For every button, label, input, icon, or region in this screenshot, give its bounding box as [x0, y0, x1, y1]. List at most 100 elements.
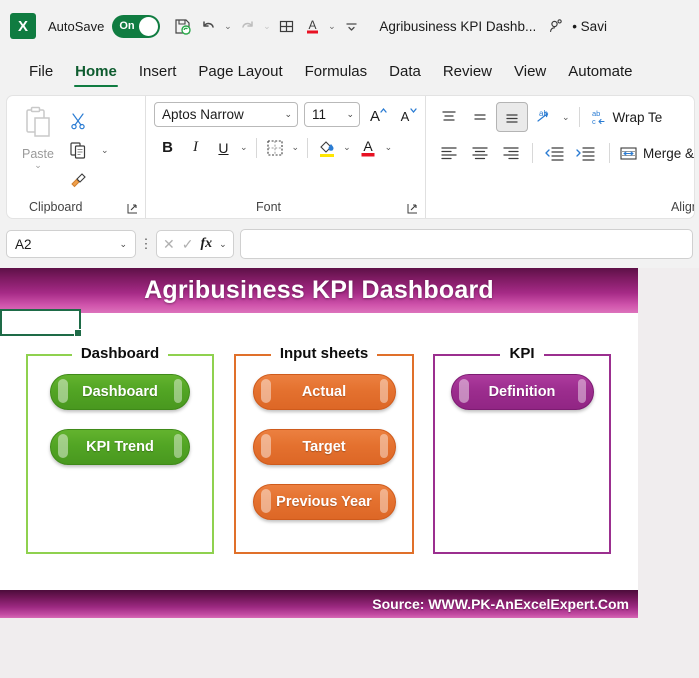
tab-home[interactable]: Home — [64, 52, 128, 92]
divider — [578, 107, 580, 127]
title-bar: X AutoSave On ⌄ ⌄ A ⌄ Agribusiness KPI D… — [0, 0, 699, 52]
customize-quick-access-icon[interactable] — [339, 13, 363, 39]
underline-dropdown-icon[interactable]: ⌄ — [240, 142, 248, 153]
selected-cell-a2[interactable] — [0, 309, 82, 337]
merge-center-button[interactable]: Merge & — [619, 144, 694, 163]
wrap-text-icon: ab c — [589, 108, 608, 127]
paste-icon — [21, 106, 55, 146]
save-icon[interactable] — [170, 13, 194, 39]
nav-button-actual[interactable]: Actual — [252, 374, 396, 410]
chevron-down-icon[interactable]: ⌄ — [219, 239, 227, 250]
italic-button[interactable]: I — [182, 134, 209, 161]
font-size-input[interactable]: 11 ⌄ — [303, 102, 360, 127]
tab-page-layout[interactable]: Page Layout — [187, 52, 293, 92]
wrap-text-button[interactable]: ab c Wrap Te — [589, 108, 663, 127]
gloss-highlight — [379, 434, 388, 458]
panel-kpi-title: KPI — [435, 345, 609, 363]
decrease-font-size-button[interactable]: A — [396, 103, 420, 127]
merge-center-label: Merge & — [642, 145, 694, 161]
format-painter-button[interactable] — [69, 166, 99, 192]
wrap-text-label: Wrap Te — [612, 109, 663, 125]
font-color-dropdown-icon[interactable]: ⌄ — [385, 142, 393, 153]
undo-icon[interactable] — [196, 13, 220, 39]
fill-color-button[interactable] — [313, 134, 340, 161]
worksheet-area: Agribusiness KPI Dashboard Dashboard Das… — [0, 268, 699, 678]
insert-function-icon[interactable]: fx — [200, 236, 212, 252]
nav-button-previous-year[interactable]: Previous Year — [252, 484, 396, 520]
nav-button-target[interactable]: Target — [252, 429, 396, 465]
format-painter-icon — [69, 170, 99, 188]
copy-dropdown-icon[interactable]: ⌄ — [101, 145, 109, 156]
gloss-highlight — [260, 489, 271, 513]
enter-icon[interactable]: ✓ — [182, 236, 194, 253]
cut-button[interactable] — [69, 108, 99, 134]
autosave-state-label: On — [119, 20, 135, 32]
tab-view[interactable]: View — [503, 52, 557, 92]
nav-button-dashboard[interactable]: Dashboard — [50, 374, 190, 410]
bold-button[interactable]: B — [154, 134, 181, 161]
increase-font-size-button[interactable]: A — [366, 103, 390, 127]
nav-button-label: Dashboard — [82, 384, 158, 400]
font-name-input[interactable]: Aptos Narrow ⌄ — [153, 102, 298, 127]
align-middle-button[interactable] — [465, 103, 495, 131]
formula-input[interactable] — [239, 229, 693, 259]
increase-indent-button[interactable] — [570, 139, 600, 167]
panel-dashboard: Dashboard Dashboard KPI Trend — [26, 345, 214, 554]
tab-formulas[interactable]: Formulas — [294, 52, 379, 92]
cancel-icon[interactable]: ✕ — [163, 236, 175, 253]
gloss-highlight — [58, 379, 68, 403]
decrease-indent-button[interactable] — [539, 139, 569, 167]
tab-data[interactable]: Data — [378, 52, 432, 92]
align-bottom-button[interactable] — [495, 102, 528, 132]
panel-kpi-body: Definition — [435, 356, 609, 552]
svg-text:A: A — [308, 18, 316, 32]
align-left-button[interactable] — [434, 139, 464, 167]
dashboard-canvas: Agribusiness KPI Dashboard Dashboard Das… — [0, 268, 638, 618]
autosave-toggle[interactable]: On — [112, 14, 161, 38]
table-icon[interactable] — [274, 13, 298, 39]
tab-automate[interactable]: Automate — [557, 52, 643, 92]
tab-insert[interactable]: Insert — [128, 52, 188, 92]
name-box[interactable]: A2 ⌄ — [6, 230, 136, 258]
chevron-down-icon[interactable]: ⌄ — [346, 109, 354, 120]
borders-button[interactable] — [262, 134, 289, 161]
gloss-highlight — [379, 379, 388, 403]
name-box-value: A2 — [15, 236, 32, 252]
undo-dropdown-icon[interactable]: ⌄ — [222, 13, 233, 39]
font-dialog-launcher[interactable] — [407, 203, 418, 214]
font-color-icon[interactable]: A — [300, 13, 324, 39]
orientation-dropdown-icon[interactable]: ⌄ — [562, 112, 570, 123]
panel-input-sheets-body: Actual Target Previous Year — [236, 356, 412, 552]
align-center-button[interactable] — [465, 139, 495, 167]
align-top-button[interactable] — [434, 103, 464, 131]
font-color-button[interactable]: A — [355, 134, 382, 161]
nav-button-definition[interactable]: Definition — [450, 374, 594, 410]
tab-review[interactable]: Review — [432, 52, 503, 92]
panel-kpi: KPI Definition — [433, 345, 611, 554]
ribbon-content: Paste ⌄ ⌄ Clipboard Aptos Narrow ⌄ 11 ⌄ … — [6, 95, 695, 219]
underline-button[interactable]: U — [210, 134, 237, 161]
orientation-button[interactable]: ab — [529, 103, 559, 131]
gloss-highlight — [260, 434, 271, 458]
borders-dropdown-icon[interactable]: ⌄ — [292, 142, 300, 153]
panel-title-text: Dashboard — [71, 345, 169, 362]
redo-icon — [235, 13, 259, 39]
copy-button[interactable]: ⌄ — [69, 137, 109, 163]
share-person-icon[interactable] — [548, 18, 564, 34]
gloss-highlight — [174, 434, 182, 458]
excel-window: X AutoSave On ⌄ ⌄ A ⌄ Agribusiness KPI D… — [0, 0, 699, 678]
font-color-dropdown-icon[interactable]: ⌄ — [326, 13, 337, 39]
tab-file[interactable]: File — [18, 52, 64, 92]
panel-title-text: KPI — [500, 345, 544, 362]
chevron-down-icon[interactable]: ⌄ — [284, 109, 292, 120]
chevron-down-icon[interactable]: ⌄ — [119, 239, 127, 250]
svg-text:A: A — [363, 138, 373, 154]
formula-bar-options-icon[interactable]: ⋮ — [136, 236, 156, 252]
nav-button-label: Definition — [488, 384, 556, 400]
align-right-button[interactable] — [496, 139, 526, 167]
document-title[interactable]: Agribusiness KPI Dashb... — [379, 19, 536, 34]
paste-dropdown-icon[interactable]: ⌄ — [34, 160, 42, 171]
clipboard-dialog-launcher[interactable] — [127, 203, 138, 214]
fill-color-dropdown-icon[interactable]: ⌄ — [343, 142, 351, 153]
nav-button-kpi-trend[interactable]: KPI Trend — [50, 429, 190, 465]
